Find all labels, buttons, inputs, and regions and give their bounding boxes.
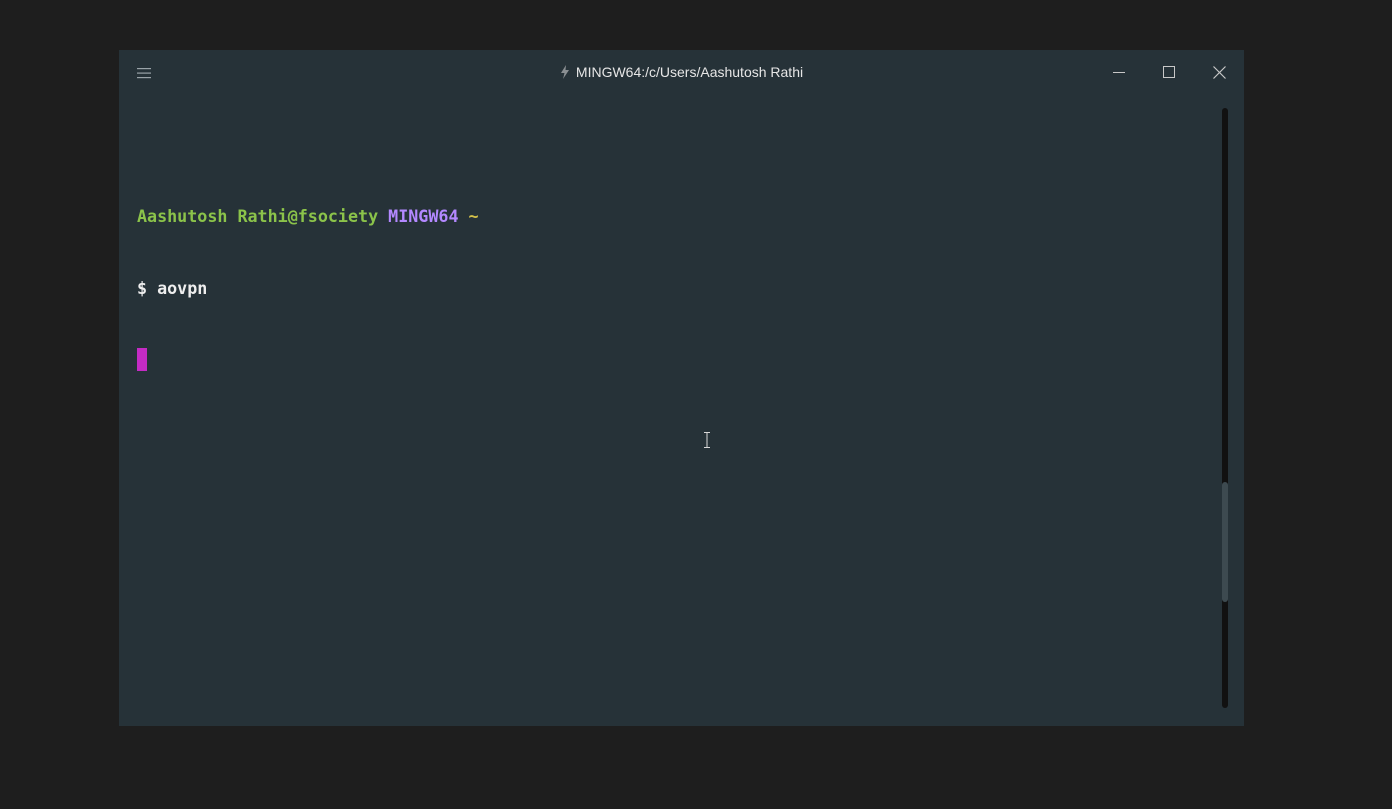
window-title-text: MINGW64:/c/Users/Aashutosh Rathi — [575, 64, 804, 80]
prompt-system: MINGW64 — [388, 206, 459, 226]
prompt-user-host: Aashutosh Rathi@fsociety — [137, 206, 379, 226]
title-bar[interactable]: MINGW64:/c/Users/Aashutosh Rathi — [119, 50, 1244, 94]
window-title: MINGW64:/c/Users/Aashutosh Rathi — [119, 62, 1244, 82]
close-button[interactable] — [1203, 58, 1235, 86]
lightning-bolt-icon — [560, 64, 569, 79]
ibeam-cursor-icon — [704, 432, 710, 448]
minimize-icon — [1113, 72, 1125, 73]
scrollbar-thumb[interactable] — [1222, 482, 1228, 603]
command-line: $ aovpn — [137, 276, 479, 300]
menu-button[interactable] — [131, 62, 157, 84]
prompt-line: Aashutosh Rathi@fsociety MINGW64 ~ — [137, 204, 479, 228]
maximize-button[interactable] — [1153, 58, 1185, 86]
prompt-symbol: $ — [137, 278, 148, 298]
prompt-path: ~ — [468, 206, 479, 226]
cursor-line — [137, 348, 479, 372]
terminal-output[interactable]: Aashutosh Rathi@fsociety MINGW64 ~ $ aov… — [137, 156, 479, 420]
close-icon — [1212, 65, 1226, 79]
typed-command: aovpn — [157, 278, 208, 298]
minimize-button[interactable] — [1103, 58, 1135, 86]
vertical-scrollbar[interactable] — [1222, 108, 1228, 708]
terminal-window: MINGW64:/c/Users/Aashutosh Rathi Aashuto… — [119, 50, 1244, 726]
text-cursor — [137, 348, 147, 371]
maximize-icon — [1163, 66, 1175, 78]
hamburger-menu-icon — [137, 68, 151, 79]
